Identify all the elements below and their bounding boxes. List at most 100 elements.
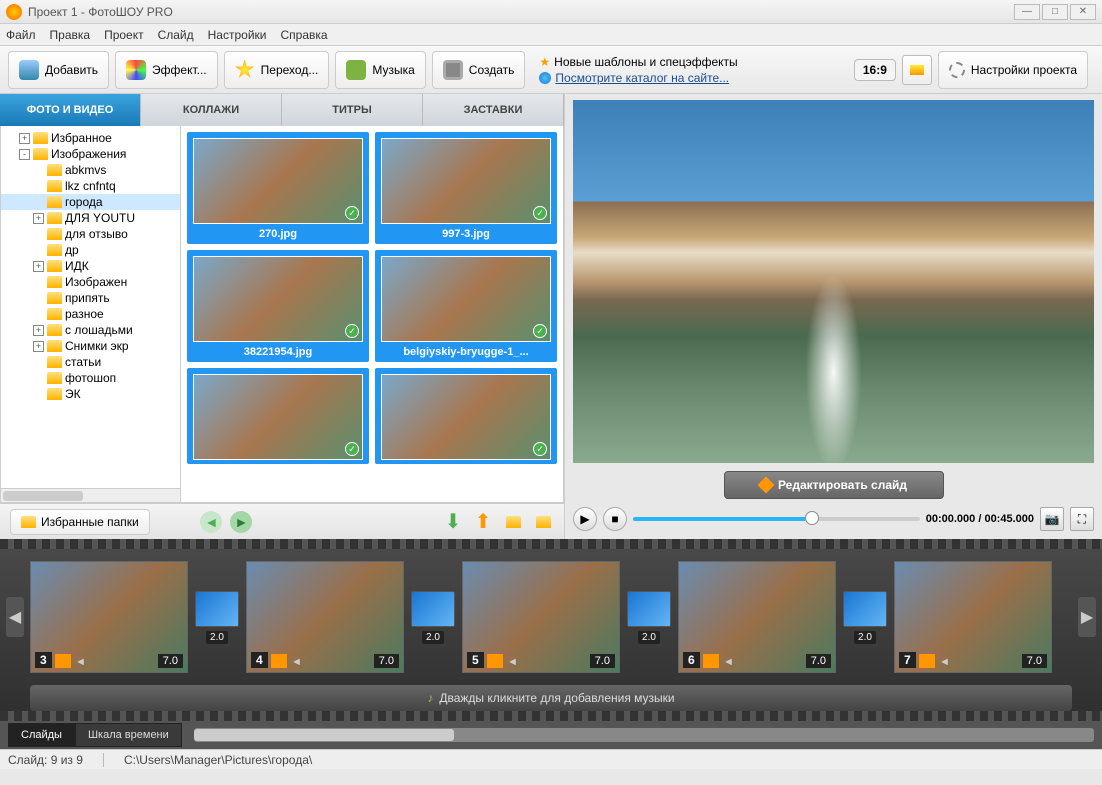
slide-edit-icon[interactable]: [703, 654, 719, 668]
timeline-prev-button[interactable]: ◀: [6, 597, 24, 637]
slide-edit-icon[interactable]: [271, 654, 287, 668]
create-button[interactable]: Создать: [432, 51, 526, 89]
play-button[interactable]: ▶: [573, 507, 597, 531]
tab-titles[interactable]: ТИТРЫ: [282, 94, 423, 126]
tree-item[interactable]: abkmvs: [1, 162, 180, 178]
main-toolbar: Добавить Эффект... Переход... Музыка Соз…: [0, 46, 1102, 94]
tree-item[interactable]: +ДЛЯ YOUTU: [1, 210, 180, 226]
preview-viewport[interactable]: [573, 100, 1094, 463]
stop-button[interactable]: ■: [603, 507, 627, 531]
menu-settings[interactable]: Настройки: [208, 28, 267, 42]
tree-item[interactable]: статьи: [1, 354, 180, 370]
tree-item[interactable]: ЭК: [1, 386, 180, 402]
thumb-image: ✓: [381, 138, 551, 224]
slide-edit-icon[interactable]: [487, 654, 503, 668]
add-button[interactable]: Добавить: [8, 51, 109, 89]
titlebar: Проект 1 - ФотоШОУ PRO — □ ✕: [0, 0, 1102, 24]
minimize-button[interactable]: —: [1014, 4, 1040, 20]
folder-icon: [47, 292, 62, 304]
thumbnail[interactable]: ✓270.jpg: [187, 132, 369, 244]
tree-item[interactable]: разное: [1, 306, 180, 322]
timeline-slide[interactable]: 7◄7.0: [894, 561, 1052, 673]
tree-item[interactable]: -Изображения: [1, 146, 180, 162]
menu-file[interactable]: Файл: [6, 28, 36, 42]
transitions-button[interactable]: Переход...: [224, 51, 330, 89]
timeline-slide[interactable]: 3◄7.0: [30, 561, 188, 673]
catalog-link[interactable]: Посмотрите каталог на сайте...: [555, 71, 729, 85]
music-button[interactable]: Музыка: [335, 51, 425, 89]
timeline-next-button[interactable]: ▶: [1078, 597, 1096, 637]
thumbnail[interactable]: ✓belgiyskiy-bryugge-1_...: [375, 250, 557, 362]
tree-item[interactable]: припять: [1, 290, 180, 306]
thumb-image: ✓: [381, 374, 551, 460]
transition[interactable]: 2.0: [410, 591, 456, 644]
tree-item[interactable]: для отзыво: [1, 226, 180, 242]
menu-edit[interactable]: Правка: [50, 28, 91, 42]
nav-forward-button[interactable]: ►: [230, 511, 252, 533]
background-button[interactable]: [902, 55, 932, 85]
tab-collages[interactable]: КОЛЛАЖИ: [141, 94, 282, 126]
menu-help[interactable]: Справка: [280, 28, 327, 42]
thumbnail[interactable]: ✓: [375, 368, 557, 464]
tree-item[interactable]: lkz cnfntq: [1, 178, 180, 194]
folder-icon: [47, 276, 62, 288]
tree-item[interactable]: Изображен: [1, 274, 180, 290]
transition-duration: 2.0: [206, 631, 228, 644]
thumbnail[interactable]: ✓38221954.jpg: [187, 250, 369, 362]
transition[interactable]: 2.0: [626, 591, 672, 644]
aspect-ratio-button[interactable]: 16:9: [854, 59, 896, 81]
edit-slide-button[interactable]: Редактировать слайд: [724, 471, 944, 499]
thumbnail[interactable]: ✓997-3.jpg: [375, 132, 557, 244]
tree-item[interactable]: +ИДК: [1, 258, 180, 274]
slide-edit-icon[interactable]: [919, 654, 935, 668]
timeline-slide[interactable]: 4◄7.0: [246, 561, 404, 673]
tab-photo-video[interactable]: ФОТО И ВИДЕО: [0, 94, 141, 126]
fullscreen-button[interactable]: ⛶: [1070, 507, 1094, 531]
menu-slide[interactable]: Слайд: [158, 28, 194, 42]
folder-icon: [47, 244, 62, 256]
maximize-button[interactable]: □: [1042, 4, 1068, 20]
tab-slides[interactable]: Слайды: [8, 723, 75, 747]
thumbnail-grid[interactable]: ✓270.jpg✓997-3.jpg✓38221954.jpg✓belgiysk…: [181, 126, 563, 502]
tree-item[interactable]: фотошоп: [1, 370, 180, 386]
close-button[interactable]: ✕: [1070, 4, 1096, 20]
transition[interactable]: 2.0: [194, 591, 240, 644]
import-button[interactable]: ⬇: [442, 511, 464, 533]
preview-pane: Редактировать слайд ▶ ■ 00:00.000 / 00:4…: [565, 94, 1102, 539]
tab-timescale[interactable]: Шкала времени: [75, 723, 182, 747]
timeline-slide[interactable]: 6◄7.0: [678, 561, 836, 673]
timeline-scrollbar[interactable]: [194, 728, 1094, 742]
thumbnail[interactable]: ✓: [187, 368, 369, 464]
slide-edit-icon[interactable]: [55, 654, 71, 668]
tree-scrollbar[interactable]: [1, 488, 180, 502]
effects-button[interactable]: Эффект...: [115, 51, 218, 89]
project-settings-button[interactable]: Настройки проекта: [938, 51, 1088, 89]
tree-item[interactable]: +с лошадьми: [1, 322, 180, 338]
snapshot-button[interactable]: 📷: [1040, 507, 1064, 531]
favorite-folders-button[interactable]: Избранные папки: [10, 509, 150, 535]
tree-item[interactable]: др: [1, 242, 180, 258]
pencil-icon: [757, 477, 774, 494]
open-folder-button[interactable]: [532, 511, 554, 533]
add-folder-button[interactable]: [502, 511, 524, 533]
audio-track[interactable]: ♪ Дважды кликните для добавления музыки: [30, 685, 1072, 711]
transition[interactable]: 2.0: [842, 591, 888, 644]
folder-icon: [21, 516, 36, 528]
transition-icon: [195, 591, 239, 627]
folder-tree[interactable]: +Избранное-Изображенияabkmvslkz cnfntqго…: [1, 126, 181, 502]
star-icon: [235, 60, 255, 80]
tab-intros[interactable]: ЗАСТАВКИ: [423, 94, 564, 126]
slide-play-icon: ◄: [723, 656, 734, 668]
menu-project[interactable]: Проект: [104, 28, 144, 42]
slides-strip[interactable]: ◀ 3◄7.02.04◄7.02.05◄7.02.06◄7.02.07◄7.0 …: [0, 549, 1102, 685]
star-icon: ★: [539, 55, 550, 69]
timeline-slide[interactable]: 5◄7.0: [462, 561, 620, 673]
folder-icon: [47, 308, 62, 320]
up-button[interactable]: ⬆: [472, 511, 494, 533]
tree-item[interactable]: города: [1, 194, 180, 210]
nav-back-button[interactable]: ◄: [200, 511, 222, 533]
slider-knob[interactable]: [805, 511, 819, 525]
playback-slider[interactable]: [633, 517, 920, 521]
tree-item[interactable]: +Избранное: [1, 130, 180, 146]
tree-item[interactable]: +Снимки экр: [1, 338, 180, 354]
